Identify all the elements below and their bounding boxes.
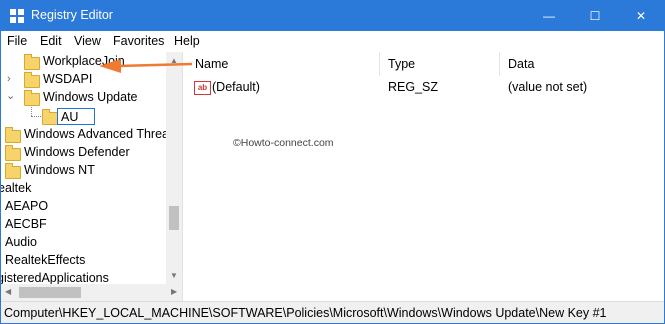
tree-item-label: WSDAPI	[43, 72, 93, 86]
tree-item-realtekeffects[interactable]: RealtekEffects	[1, 252, 182, 270]
folder-icon	[5, 127, 21, 143]
minimize-icon: —	[543, 9, 555, 23]
chevron-right-icon[interactable]: ›	[7, 73, 11, 85]
tree-item-realtek[interactable]: ealtek	[1, 180, 182, 198]
tree-connector	[31, 107, 33, 116]
column-header-type[interactable]: Type	[380, 52, 500, 76]
tree-item-windows-update[interactable]: ⌄ Windows Update	[1, 89, 182, 107]
chevron-down-icon[interactable]: ⌄	[6, 89, 15, 102]
tree-item-windows-advanced-threat[interactable]: Windows Advanced Threat	[1, 126, 182, 144]
maximize-icon: ☐	[589, 9, 601, 23]
menu-view[interactable]: View	[74, 34, 101, 48]
tree-item-label: Windows Update	[43, 90, 138, 104]
folder-icon	[42, 109, 58, 125]
tree-vertical-scrollbar[interactable]	[166, 52, 182, 284]
folder-icon	[5, 163, 21, 179]
scroll-left-arrow-icon[interactable]: ◀	[5, 287, 11, 296]
tree-item-windows-defender[interactable]: Windows Defender	[1, 144, 182, 162]
maximize-button[interactable]: ☐	[572, 1, 618, 31]
column-header-name[interactable]: Name	[187, 52, 380, 76]
scroll-down-arrow-icon[interactable]: ▼	[170, 271, 178, 280]
menu-help[interactable]: Help	[174, 34, 200, 48]
tree-item-label: AECBF	[5, 217, 47, 231]
value-name[interactable]: (Default)	[212, 80, 260, 98]
tree-item-label: RealtekEffects	[5, 253, 86, 267]
scroll-right-arrow-icon[interactable]: ▶	[171, 287, 177, 296]
folder-icon	[24, 72, 40, 88]
tree-item-label: Windows NT	[24, 163, 95, 177]
registry-editor-window: Registry Editor — ☐ ✕ File Edit View Fav…	[0, 0, 665, 324]
string-value-icon: ab	[194, 81, 211, 95]
tree-connector	[31, 116, 41, 118]
menu-bar: File Edit View Favorites Help	[1, 32, 664, 52]
title-bar[interactable]: Registry Editor — ☐ ✕	[1, 1, 664, 31]
close-icon: ✕	[635, 9, 647, 23]
column-header-data[interactable]: Data	[500, 52, 664, 76]
tree-item-audio[interactable]: Audio	[1, 234, 182, 252]
annotation-arrow	[99, 59, 193, 73]
tree-item-aeapo[interactable]: AEAPO	[1, 198, 182, 216]
tree-item-aecbf[interactable]: AECBF	[1, 216, 182, 234]
tree-item-label: Windows Defender	[24, 145, 130, 159]
tree-item-label: Windows Advanced Threat	[24, 127, 173, 141]
registry-tree[interactable]: WorkplaceJoin › WSDAPI ⌄ Windows Update …	[1, 52, 182, 301]
new-key-name-input[interactable]: AU	[57, 108, 95, 125]
status-bar-path: Computer\HKEY_LOCAL_MACHINE\SOFTWARE\Pol…	[1, 301, 664, 323]
value-data: (value not set)	[508, 80, 588, 94]
folder-icon	[24, 54, 40, 70]
menu-favorites[interactable]: Favorites	[113, 34, 164, 48]
tree-item-label: Audio	[5, 235, 37, 249]
value-type: REG_SZ	[388, 80, 439, 94]
window-title: Registry Editor	[31, 8, 113, 22]
folder-icon	[24, 90, 40, 106]
folder-icon	[5, 145, 21, 161]
tree-item-label: gisteredApplications	[1, 271, 109, 285]
tree-item-label: AEAPO	[5, 199, 49, 213]
tree-horizontal-scroll-thumb[interactable]	[19, 287, 81, 298]
menu-file[interactable]: File	[7, 34, 27, 48]
tree-item-label: ealtek	[1, 181, 32, 195]
close-button[interactable]: ✕	[618, 1, 664, 31]
tree-vertical-scroll-thumb[interactable]	[169, 206, 179, 230]
menu-edit[interactable]: Edit	[40, 34, 62, 48]
minimize-button[interactable]: —	[526, 1, 572, 31]
values-list[interactable]: Name Type Data ab (Default) REG_SZ (valu…	[187, 52, 664, 301]
watermark: ©Howto-connect.com	[233, 137, 334, 149]
tree-item-windows-nt[interactable]: Windows NT	[1, 162, 182, 180]
registry-app-icon	[10, 9, 24, 23]
